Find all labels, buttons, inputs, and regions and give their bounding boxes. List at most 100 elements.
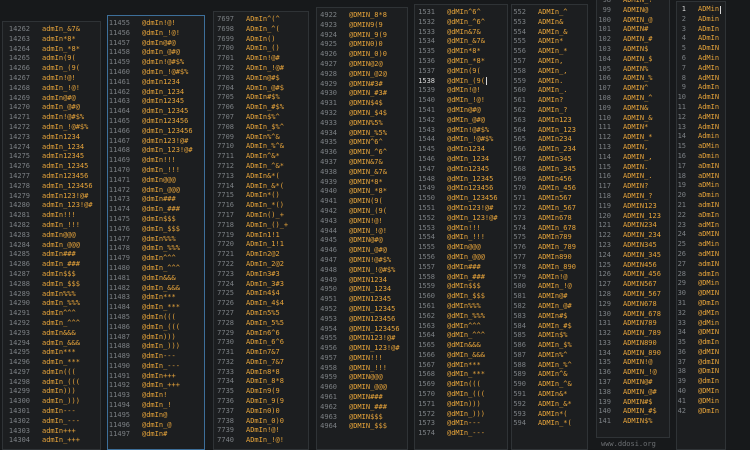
- code-line[interactable]: 7712 ADmIn_^&*: [214, 162, 308, 172]
- code-line[interactable]: 114 ADMIN_,: [597, 153, 669, 163]
- code-line[interactable]: 26 adMIN: [677, 250, 725, 260]
- code-line[interactable]: 137 ADMIN@#: [597, 378, 669, 388]
- code-line[interactable]: 582 ADMIn_@#: [512, 302, 587, 312]
- code-line[interactable]: 11455 @dmIn!@!: [108, 19, 204, 29]
- code-line[interactable]: 11478 @dmIn_%%%: [108, 244, 204, 254]
- code-line[interactable]: 568 ADMIn_345: [512, 165, 587, 175]
- code-line[interactable]: 4934 @DMIN_%5%: [317, 129, 407, 139]
- code-line[interactable]: 41 @DMin: [677, 397, 725, 407]
- code-line[interactable]: 20 aDmin: [677, 191, 725, 201]
- code-line[interactable]: 119 ADMIN123: [597, 202, 669, 212]
- code-line[interactable]: 1539 @dMIn!@!: [415, 86, 507, 96]
- code-line[interactable]: 1538 @dMIn_(9(: [415, 77, 507, 87]
- code-line[interactable]: 14279 admIn123!@#: [3, 192, 100, 202]
- code-line[interactable]: 11479 @dmIn^^^: [108, 254, 204, 264]
- code-line[interactable]: 1573 @dMIn---: [415, 419, 507, 429]
- editor-pane-2[interactable]: 11455 @dmIn!@! 11456 @dmIn_!@! 11457 @dmIn@#@…: [107, 15, 205, 450]
- code-line[interactable]: 1572 @dMIn_))): [415, 410, 507, 420]
- code-line[interactable]: 4954 @DMIN_123456: [317, 325, 407, 335]
- code-line[interactable]: 38 @DmIN: [677, 367, 725, 377]
- code-line[interactable]: 4926 @DMIN_0)0: [317, 50, 407, 60]
- code-line[interactable]: 7697 ADmIn^(^: [214, 15, 308, 25]
- code-line[interactable]: 14294 admIn_&&&: [3, 339, 100, 349]
- code-line[interactable]: 1533 @dMIn&7&: [415, 28, 507, 38]
- code-line[interactable]: 4941 @DMIN(9(: [317, 197, 407, 207]
- code-line[interactable]: 23 adMIn: [677, 221, 725, 231]
- code-line[interactable]: 1540 @dMIn_!@!: [415, 96, 507, 106]
- code-line[interactable]: 132 ADMIN_789: [597, 329, 669, 339]
- code-line[interactable]: 4964 @DMIN_$$$: [317, 422, 407, 432]
- code-line[interactable]: 99 ADMIN@: [597, 6, 669, 16]
- code-line[interactable]: 4923 @DMIN9(9: [317, 21, 407, 31]
- code-line[interactable]: 1544 @dMIn_!@#$%: [415, 135, 507, 145]
- code-line[interactable]: 1532 @dMIn_^6^: [415, 18, 507, 28]
- code-line[interactable]: 4951 @DMIN12345: [317, 295, 407, 305]
- code-line[interactable]: 27 admIN: [677, 260, 725, 270]
- code-line[interactable]: 4957 @DMIN!!!: [317, 354, 407, 364]
- code-line[interactable]: 14268 admIn_!@!: [3, 84, 100, 94]
- code-line[interactable]: 14281 admIn!!!: [3, 211, 100, 221]
- code-line[interactable]: 1541 @dMIn@#@: [415, 106, 507, 116]
- code-line[interactable]: 14285 admIn###: [3, 250, 100, 260]
- code-line[interactable]: 135 ADMIN!@: [597, 358, 669, 368]
- code-line[interactable]: 11486 @dmIn_(((: [108, 323, 204, 333]
- code-line[interactable]: 1563 @dMIn^^^: [415, 322, 507, 332]
- code-line[interactable]: 573 ADMIn678: [512, 214, 587, 224]
- code-line[interactable]: 7702 ADmIn_!@#: [214, 64, 308, 74]
- code-line[interactable]: 4938 @DMIN_&7&: [317, 168, 407, 178]
- code-line[interactable]: 11493 @dmIn!: [108, 391, 204, 401]
- code-line[interactable]: 4953 @DMIN123456: [317, 315, 407, 325]
- code-line[interactable]: 14296 admIn_***: [3, 358, 100, 368]
- code-line[interactable]: 4931 @DMIN$4$: [317, 99, 407, 109]
- code-line[interactable]: 104 ADMIN_$: [597, 55, 669, 65]
- code-line[interactable]: 18 aDMIN: [677, 172, 725, 182]
- code-line[interactable]: 14272 admIn_!@#$%: [3, 123, 100, 133]
- code-line[interactable]: 7730 ADmIn_6^6: [214, 338, 308, 348]
- code-line[interactable]: 4945 @DMIN@#@: [317, 236, 407, 246]
- code-line[interactable]: 117 ADMIN?: [597, 182, 669, 192]
- code-line[interactable]: 11473 @dmIn###: [108, 195, 204, 205]
- code-line[interactable]: 15 aDMin: [677, 142, 725, 152]
- code-line[interactable]: 9 AdmIn: [677, 83, 725, 93]
- code-line[interactable]: 567 ADMIn345: [512, 155, 587, 165]
- code-line[interactable]: 11475 @dmIn$$$: [108, 215, 204, 225]
- code-line[interactable]: 120 ADMIN_123: [597, 212, 669, 222]
- code-line[interactable]: 7708 ADmIn_$%^: [214, 123, 308, 133]
- code-line[interactable]: 11490 @dmIn_---: [108, 362, 204, 372]
- code-line[interactable]: 7723 ADmIn3#3: [214, 270, 308, 280]
- code-line[interactable]: 24 aDMIN: [677, 230, 725, 240]
- code-line[interactable]: 4935 @DMIN^6^: [317, 138, 407, 148]
- code-line[interactable]: 4933 @DMIN%5%: [317, 119, 407, 129]
- code-line[interactable]: 14303 admIn+++: [3, 427, 100, 437]
- code-line[interactable]: 1560 @dMIn_$$$: [415, 292, 507, 302]
- code-line[interactable]: 4925 @DMIN0)0: [317, 40, 407, 50]
- code-line[interactable]: 4 ADmIn: [677, 34, 725, 44]
- code-line[interactable]: 14264 admIn_*8*: [3, 45, 100, 55]
- code-line[interactable]: 14291 admIn^^^: [3, 309, 100, 319]
- code-line[interactable]: 11456 @dmIn_!@!: [108, 29, 204, 39]
- code-line[interactable]: 4940 @DMIN_*8*: [317, 187, 407, 197]
- code-line[interactable]: 578 ADMIn_890: [512, 263, 587, 273]
- code-line[interactable]: 1536 @dMIn_*8*: [415, 57, 507, 67]
- code-line[interactable]: 7706 ADmIn_#$%: [214, 103, 308, 113]
- code-line[interactable]: 4952 @DMIN_12345: [317, 305, 407, 315]
- code-line[interactable]: 4950 @DMIN_1234: [317, 285, 407, 295]
- code-line[interactable]: 22 aDmIn: [677, 211, 725, 221]
- code-line[interactable]: 123 ADMIN345: [597, 241, 669, 251]
- code-line[interactable]: 11 AdmIn: [677, 103, 725, 113]
- code-line[interactable]: 40 @DMIn: [677, 387, 725, 397]
- code-line[interactable]: 4932 @DMIN_$4$: [317, 109, 407, 119]
- code-line[interactable]: 7729 ADmIn6^6: [214, 329, 308, 339]
- code-line[interactable]: 7709 ADmIn%^&: [214, 133, 308, 143]
- code-line[interactable]: 118 ADMIN_?: [597, 192, 669, 202]
- code-line[interactable]: 12 AdMIN: [677, 113, 725, 123]
- code-line[interactable]: 14275 admIn12345: [3, 152, 100, 162]
- code-line[interactable]: 5 ADmIN: [677, 44, 725, 54]
- code-line[interactable]: 11469 @dmIn!!!: [108, 156, 204, 166]
- code-line[interactable]: 116 ADMIN_.: [597, 172, 669, 182]
- code-line[interactable]: 1553 @dMIn!!!: [415, 224, 507, 234]
- code-line[interactable]: 11457 @dmIn@#@: [108, 39, 204, 49]
- code-line[interactable]: 7732 ADmIn_7&7: [214, 358, 308, 368]
- code-line[interactable]: 4946 @DMIN_@#@: [317, 246, 407, 256]
- code-line[interactable]: 7736 ADmIn_9(9: [214, 397, 308, 407]
